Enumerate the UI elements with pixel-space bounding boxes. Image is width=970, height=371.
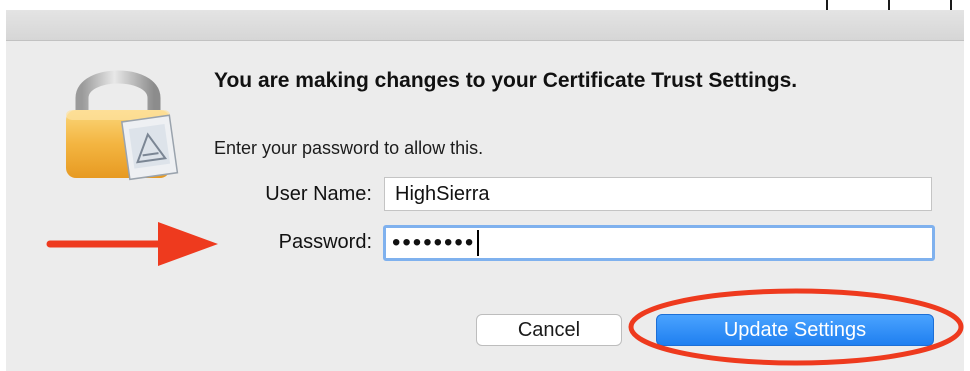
top-divider <box>888 0 890 10</box>
dialog-titlebar <box>6 10 964 41</box>
annotation-highlight-ellipse <box>628 288 964 366</box>
screenshot-page: You are making changes to your Certifica… <box>0 0 970 371</box>
top-divider <box>950 0 952 10</box>
top-edge <box>0 0 970 10</box>
lock-icon <box>66 70 179 181</box>
cancel-button[interactable]: Cancel <box>476 314 622 346</box>
username-field[interactable] <box>384 177 932 211</box>
password-field[interactable]: •••••••• <box>383 225 935 261</box>
top-divider <box>826 0 828 10</box>
dialog-title: You are making changes to your Certifica… <box>214 69 798 92</box>
dialog-message: Enter your password to allow this. <box>214 138 484 158</box>
username-label: User Name: <box>265 183 372 205</box>
annotation-arrow <box>46 222 218 266</box>
password-label: Password: <box>278 231 372 253</box>
password-masked-value: •••••••• <box>392 229 476 256</box>
text-caret <box>477 230 480 256</box>
